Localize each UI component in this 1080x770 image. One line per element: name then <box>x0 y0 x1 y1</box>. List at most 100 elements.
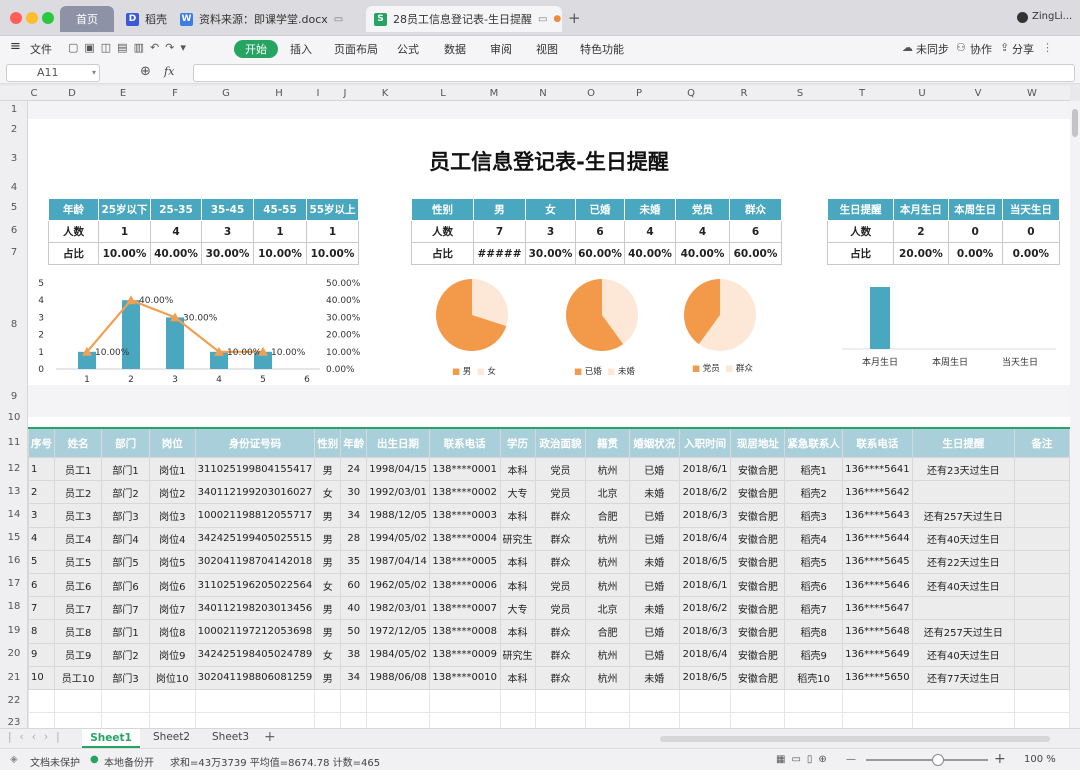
column-header-cell[interactable]: 岗位 <box>148 428 196 458</box>
worksheet[interactable]: 员工信息登记表-生日提醒 年龄 25岁以下 25-35 35-45 45-55 55岁以上… <box>28 101 1070 733</box>
table-cell[interactable]: 本科 <box>499 503 536 528</box>
table-cell[interactable]: 部门1 <box>101 456 150 482</box>
table-cell[interactable]: 已婚 <box>628 619 680 644</box>
table-cell[interactable]: 136****5642 <box>841 480 913 505</box>
table-row[interactable]: 1 员工1 部门1 岗位1 311025199804155417 男 24 1998/04/1… <box>28 456 1070 482</box>
table-cell[interactable]: 大专 <box>499 480 536 505</box>
summary-cell[interactable]: 6 <box>575 220 625 243</box>
summary-cell[interactable]: 10.00% <box>253 242 307 265</box>
table-cell[interactable]: 安徽合肥 <box>730 480 786 505</box>
horizontal-scrollbar[interactable] <box>660 736 1050 742</box>
hamburger-icon[interactable]: ≡ <box>10 39 21 54</box>
summary-cell[interactable]: 0 <box>1001 220 1061 243</box>
summary-cell[interactable]: 0.00% <box>1001 242 1061 265</box>
empty-cell[interactable] <box>194 688 316 714</box>
row-header[interactable]: 5 <box>0 202 28 213</box>
table-cell[interactable]: 28 <box>340 526 368 551</box>
column-header-cell[interactable]: 政治面貌 <box>534 428 587 458</box>
column-header-cell[interactable]: 现居地址 <box>730 428 786 458</box>
table-cell[interactable]: 员工5 <box>53 549 103 574</box>
view-mode-icons[interactable]: ▦▭▯⊕ <box>776 754 833 765</box>
table-cell[interactable]: 还有23天过生日 <box>911 456 1015 482</box>
table-cell[interactable]: 员工6 <box>53 572 103 598</box>
age-bar[interactable] <box>166 317 184 369</box>
summary-cell[interactable]: 4 <box>624 220 676 243</box>
table-cell[interactable]: 杭州 <box>585 549 630 574</box>
summary-cell[interactable]: 60.00% <box>575 242 625 265</box>
empty-row[interactable] <box>28 688 1070 714</box>
table-cell[interactable]: 稻壳10 <box>784 665 843 690</box>
table-cell[interactable]: 未婚 <box>628 480 680 505</box>
table-cell[interactable]: 研究生 <box>499 642 536 667</box>
summary-cell[interactable]: 群众 <box>729 198 782 221</box>
summary-cell[interactable]: 1 <box>306 220 359 243</box>
table-cell[interactable]: 岗位9 <box>148 642 196 667</box>
table-cell[interactable]: 稻壳4 <box>784 526 843 551</box>
row-header[interactable]: 11 <box>0 437 28 448</box>
row-header[interactable]: 15 <box>0 532 28 543</box>
table-cell[interactable]: 稻壳2 <box>784 480 843 505</box>
more-icon[interactable]: ⋮ <box>1042 41 1053 54</box>
table-cell[interactable]: 已婚 <box>628 526 680 551</box>
table-cell[interactable]: 岗位8 <box>148 619 196 644</box>
table-cell[interactable]: 岗位10 <box>148 665 196 690</box>
table-cell[interactable]: 员工7 <box>53 596 103 621</box>
table-cell[interactable]: 杭州 <box>585 456 630 482</box>
row-header[interactable]: 17 <box>0 578 28 589</box>
sheet-tab-2[interactable]: Sheet2 <box>153 731 190 743</box>
table-cell[interactable]: 党员 <box>534 572 587 598</box>
table-cell[interactable]: 安徽合肥 <box>730 526 786 551</box>
table-cell[interactable]: 安徽合肥 <box>730 456 786 482</box>
column-header-cell[interactable]: 生日提醒 <box>911 428 1015 458</box>
summary-cell[interactable]: 40.00% <box>150 242 202 265</box>
tab-features[interactable]: 特色功能 <box>580 41 624 57</box>
table-cell[interactable]: 还有22天过生日 <box>911 549 1015 574</box>
table-cell[interactable]: 340112199203016027 <box>194 480 316 505</box>
table-cell[interactable]: 138****0004 <box>428 526 501 551</box>
scrollbar-thumb[interactable] <box>1072 109 1078 137</box>
column-header-cell[interactable]: 入职时间 <box>678 428 732 458</box>
table-cell[interactable]: 已婚 <box>628 572 680 598</box>
empty-cell[interactable] <box>148 688 196 714</box>
table-cell[interactable]: 员工9 <box>53 642 103 667</box>
collab-button[interactable]: 协作 <box>970 41 992 57</box>
column-header-cell[interactable]: 姓名 <box>53 428 103 458</box>
tab-start[interactable]: 开始 <box>234 40 278 58</box>
table-cell[interactable]: 1982/03/01 <box>366 596 430 621</box>
table-cell[interactable]: 员工3 <box>53 503 103 528</box>
column-header-cell[interactable]: 联系电话 <box>841 428 913 458</box>
table-cell[interactable]: 本科 <box>499 456 536 482</box>
table-cell[interactable]: 本科 <box>499 549 536 574</box>
table-cell[interactable]: 2018/6/4 <box>678 526 732 551</box>
table-cell[interactable]: 党员 <box>534 480 587 505</box>
row-header[interactable]: 18 <box>0 601 28 612</box>
file-menu[interactable]: 文件 <box>30 41 52 57</box>
table-cell[interactable]: 男 <box>314 526 342 551</box>
summary-cell[interactable]: 男 <box>473 198 526 221</box>
minimize-window-button[interactable] <box>26 12 38 24</box>
table-row[interactable]: 2 员工2 部门2 岗位2 340112199203016027 女 30 1992/03/0… <box>28 480 1070 505</box>
column-header[interactable]: R <box>734 87 754 100</box>
table-cell[interactable]: 群众 <box>534 549 587 574</box>
table-cell[interactable]: 已婚 <box>628 456 680 482</box>
empty-cell[interactable] <box>841 688 913 714</box>
table-cell[interactable]: 2018/6/4 <box>678 642 732 667</box>
summary-cell[interactable]: 1 <box>98 220 151 243</box>
fx-icon[interactable]: fx <box>164 65 174 78</box>
column-header-cell[interactable]: 学历 <box>499 428 536 458</box>
table-cell[interactable]: 安徽合肥 <box>730 665 786 690</box>
column-header-cell[interactable]: 联系电话 <box>428 428 501 458</box>
table-cell[interactable]: 员工4 <box>53 526 103 551</box>
empty-cell[interactable] <box>730 688 786 714</box>
sync-status[interactable]: 未同步 <box>916 41 949 57</box>
table-cell[interactable]: 3 <box>28 503 55 528</box>
empty-cell[interactable] <box>53 688 103 714</box>
table-cell[interactable] <box>911 480 1015 505</box>
row-header[interactable]: 10 <box>0 412 28 423</box>
table-cell[interactable]: 10 <box>28 665 55 690</box>
row-header[interactable]: 22 <box>0 695 28 706</box>
summary-cell[interactable]: 性别 <box>411 198 474 221</box>
table-row[interactable]: 10 员工10 部门3 岗位10 302041198806081259 男 34 1988/0… <box>28 665 1070 690</box>
column-header[interactable]: E <box>113 87 133 100</box>
table-cell[interactable]: 男 <box>314 503 342 528</box>
